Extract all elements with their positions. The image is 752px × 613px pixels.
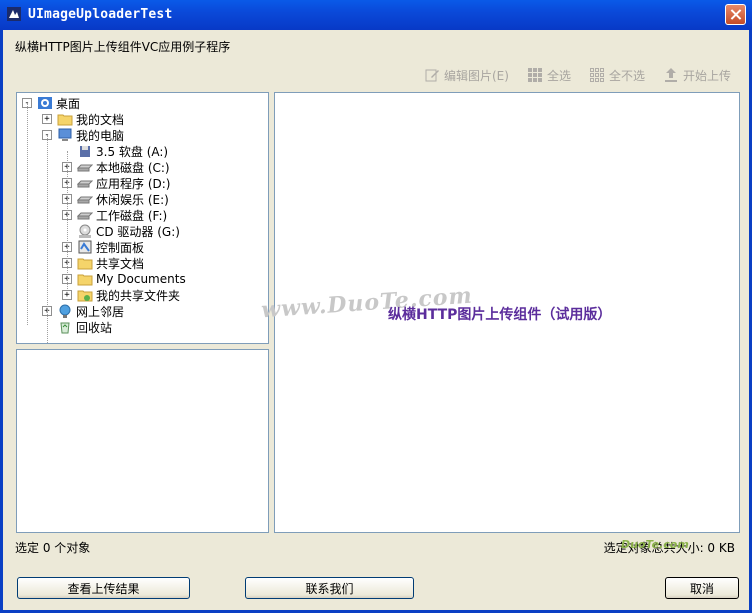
start-upload-button[interactable]: 开始上传 (663, 66, 731, 84)
select-none-button[interactable]: 全不选 (589, 66, 645, 84)
select-all-button[interactable]: 全选 (527, 66, 571, 84)
drive-icon (77, 212, 93, 220)
tree-guide-line (47, 135, 48, 343)
tree-item[interactable]: 我的共享文件夹 (77, 287, 180, 303)
title-bar[interactable]: UImageUploaderTest (0, 0, 752, 30)
cd-icon (79, 224, 91, 238)
computer-icon (58, 128, 72, 141)
tree-item-label: 3.5 软盘 (A:) (96, 144, 169, 159)
tree-item-label: CD 驱动器 (G:) (96, 224, 180, 239)
floppy-icon (80, 146, 90, 157)
upload-icon (664, 68, 677, 82)
view-results-button[interactable]: 查看上传结果 (17, 577, 190, 599)
main-window: UImageUploaderTest 纵横HTTP图片上传组件VC应用例子程序 … (0, 0, 752, 613)
tree-guide-line (27, 103, 28, 325)
tree-item-label: My Documents (96, 272, 186, 286)
app-subtitle: 纵横HTTP图片上传组件VC应用例子程序 (15, 40, 231, 54)
grid-outline-icon (589, 68, 604, 82)
tree-item-label: 工作磁盘 (F:) (96, 208, 168, 223)
shared-folder-icon (77, 290, 93, 302)
tree-item-label: 休闲娱乐 (E:) (96, 192, 169, 207)
tree-item[interactable]: 3.5 软盘 (A:) (77, 143, 168, 159)
folder-icon (77, 274, 93, 286)
window-title: UImageUploaderTest (28, 7, 173, 22)
tree-item[interactable]: 应用程序 (D:) (77, 175, 170, 191)
drive-icon (77, 180, 93, 188)
tree-item[interactable]: 我的文档 (57, 111, 124, 127)
image-preview-pane (16, 349, 269, 533)
tree-item-label: 共享文档 (96, 256, 145, 271)
tree-item-label: 我的共享文件夹 (96, 288, 181, 303)
toolbar: 编辑图片(E) 全选 全不选 开始上传 (424, 66, 731, 84)
folder-icon (77, 258, 93, 270)
tree-item-label: 我的电脑 (76, 128, 125, 143)
tree-item-label: 回收站 (76, 320, 113, 335)
edit-icon (425, 69, 439, 82)
network-icon (59, 304, 71, 318)
expand-icon[interactable]: + (62, 290, 72, 300)
tree-item-label: 我的文档 (76, 112, 125, 127)
cancel-button[interactable]: 取消 (665, 577, 739, 599)
tree-item[interactable]: 工作磁盘 (F:) (77, 207, 167, 223)
drive-icon (77, 164, 93, 172)
tree-item[interactable]: 休闲娱乐 (E:) (77, 191, 169, 207)
duote-logo: DuoTe.com (621, 538, 689, 551)
tree-item-label: 控制面板 (96, 240, 145, 255)
edit-image-button[interactable]: 编辑图片(E) (424, 66, 509, 84)
tree-item[interactable]: 本地磁盘 (C:) (77, 159, 170, 175)
folder-tree[interactable]: 桌面 - 我的文档 + 我的电脑 -3.5 软盘 (A:) 本地磁盘 (C:) + 应用程序 (… (16, 92, 269, 344)
tree-item-label: 本地磁盘 (C:) (96, 160, 170, 175)
tree-item[interactable]: 回收站 (57, 319, 112, 335)
tree-item[interactable]: 控制面板 (77, 239, 144, 255)
tree-item-label: 应用程序 (D:) (96, 176, 171, 191)
folder-icon (57, 114, 73, 126)
tree-item[interactable]: 桌面 (37, 95, 80, 111)
tree-item[interactable]: 我的电脑 (57, 127, 124, 143)
tree-item-label: 网上邻居 (76, 304, 125, 319)
selected-count: 选定 0 个对象 (15, 541, 91, 555)
drive-icon (77, 196, 93, 204)
close-button[interactable] (725, 4, 746, 25)
trial-version-label: 纵横HTTP图片上传组件（试用版） (388, 307, 612, 323)
tree-item[interactable]: 网上邻居 (57, 303, 124, 319)
tree-item[interactable]: 共享文档 (77, 255, 144, 271)
expand-icon[interactable]: + (42, 114, 52, 124)
app-icon (7, 7, 21, 21)
contact-us-button[interactable]: 联系我们 (245, 577, 414, 599)
grid-icon (527, 68, 542, 82)
tree-guide-line (67, 151, 68, 289)
recycle-bin-icon (60, 322, 70, 334)
tree-item[interactable]: CD 驱动器 (G:) (77, 223, 180, 239)
tree-item[interactable]: My Documents (77, 271, 186, 287)
control-panel-icon (78, 240, 92, 254)
desktop-icon (38, 97, 52, 109)
tree-item-label: 桌面 (56, 96, 81, 111)
